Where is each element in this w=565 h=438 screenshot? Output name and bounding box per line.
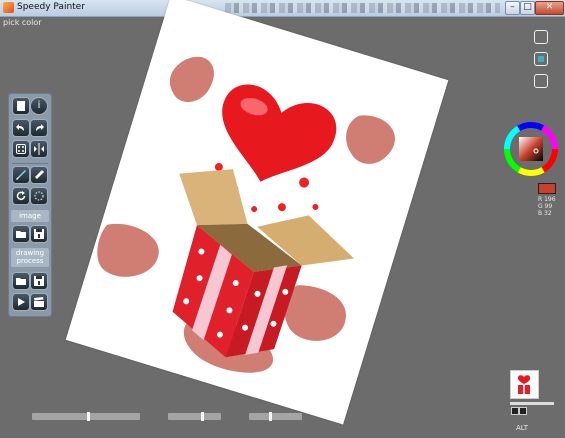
slider-knob[interactable] <box>269 412 272 421</box>
color-wheel[interactable] <box>504 122 558 176</box>
app-icon <box>3 2 14 13</box>
new-page-icon[interactable] <box>13 98 29 114</box>
alt-label: ALT <box>516 424 529 432</box>
close-button[interactable]: ✕ <box>535 1 564 15</box>
softness-slider[interactable] <box>249 412 302 421</box>
tool-panel: i image drawing process <box>8 93 52 317</box>
brush-icon[interactable] <box>13 167 29 183</box>
slider-knob[interactable] <box>87 412 90 421</box>
status-text: pick color <box>3 18 42 27</box>
minimize-button[interactable]: – <box>505 1 520 15</box>
small-heart <box>251 206 258 213</box>
red-value: R 196 <box>538 196 556 203</box>
app-window: Speedy Painter – □ ✕ pick color i image … <box>0 0 565 438</box>
undo-icon[interactable] <box>13 120 29 136</box>
title-bar[interactable]: Speedy Painter – □ ✕ <box>0 0 565 17</box>
saturation-square <box>519 137 543 161</box>
slider-knob[interactable] <box>201 412 204 421</box>
drawing-canvas[interactable] <box>65 0 449 425</box>
paint-stroke <box>169 56 214 102</box>
clapperboard-icon[interactable] <box>31 294 47 310</box>
save-icon[interactable] <box>31 273 47 289</box>
maximize-button[interactable]: □ <box>520 1 535 15</box>
drawing-process-section-label: drawing process <box>11 248 49 267</box>
drawing-process-label-line1: drawing <box>15 249 45 257</box>
eraser-icon[interactable] <box>31 167 47 183</box>
selection-icon[interactable] <box>31 188 47 204</box>
separator <box>12 163 48 164</box>
window-title: Speedy Painter <box>17 2 85 12</box>
current-color-swatch <box>538 183 556 194</box>
play-icon[interactable] <box>13 294 29 310</box>
mirror-icon[interactable] <box>31 141 47 157</box>
green-value: G 99 <box>538 203 553 210</box>
navigator-thumbnail[interactable] <box>510 370 539 399</box>
redo-icon[interactable] <box>31 120 47 136</box>
brush-size-slider[interactable] <box>32 412 140 421</box>
zoom-out-icon[interactable] <box>511 407 519 415</box>
dice-icon[interactable] <box>13 141 29 157</box>
canvas-artwork <box>97 56 395 373</box>
taskbar-thumbnail-strip <box>225 3 500 13</box>
small-heart <box>312 203 319 210</box>
info-icon[interactable]: i <box>31 98 47 114</box>
blue-value: B 32 <box>538 210 552 217</box>
zoom-slider[interactable] <box>510 402 554 405</box>
open-folder-icon[interactable] <box>13 226 29 242</box>
image-section-label: image <box>11 210 49 222</box>
save-icon[interactable] <box>31 226 47 242</box>
panel-toggle-button[interactable] <box>534 74 548 88</box>
small-heart <box>299 177 310 188</box>
drawing-process-label-line2: process <box>16 257 44 265</box>
rotate-icon[interactable] <box>13 188 29 204</box>
paint-stroke <box>346 115 395 164</box>
small-heart <box>277 203 286 212</box>
opacity-slider[interactable] <box>168 412 221 421</box>
panel-toggle-button[interactable] <box>534 30 548 44</box>
panel-toggle-button-active[interactable] <box>534 52 548 66</box>
zoom-in-icon[interactable] <box>519 407 527 415</box>
paint-stroke <box>97 223 159 277</box>
open-folder-icon[interactable] <box>13 273 29 289</box>
